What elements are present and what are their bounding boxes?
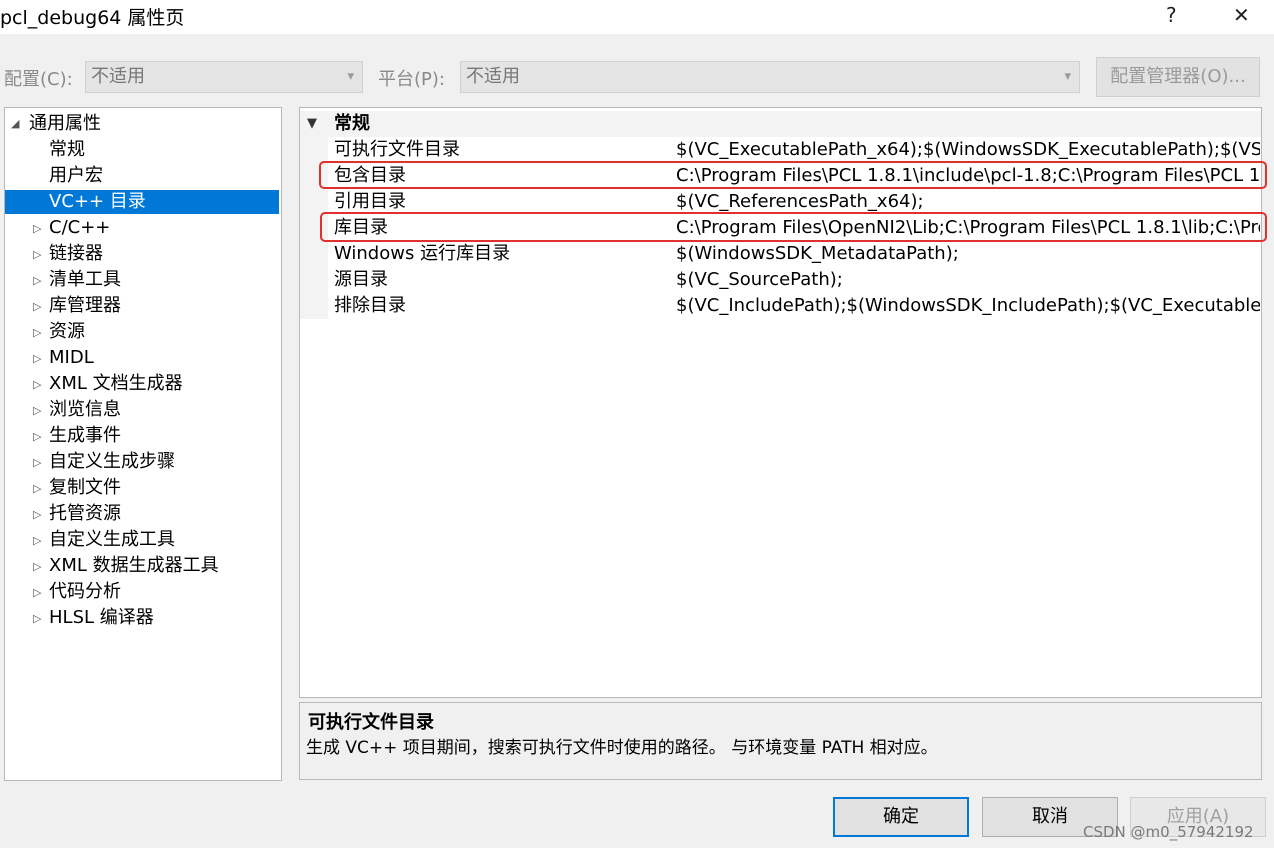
config-label: 配置(C):	[4, 69, 73, 90]
tree-item-label: 复制文件	[49, 477, 121, 498]
tree-item-build-events[interactable]: ▷ 生成事件	[5, 424, 279, 448]
tree-item-code-analysis[interactable]: ▷ 代码分析	[5, 580, 279, 604]
collapsed-triangle-icon[interactable]: ▷	[33, 503, 41, 527]
collapsed-triangle-icon[interactable]: ▷	[33, 373, 41, 397]
tree-item-label: HLSL 编译器	[49, 607, 154, 628]
collapsed-triangle-icon[interactable]: ▷	[33, 607, 41, 631]
tree-item-custom-build-tool[interactable]: ▷ 自定义生成工具	[5, 528, 279, 552]
tree-item-label: 库管理器	[49, 295, 121, 316]
collapsed-triangle-icon[interactable]: ▷	[33, 243, 41, 267]
tree-item-xml-doc-generator[interactable]: ▷ XML 文档生成器	[5, 372, 279, 396]
tree-item-label: 浏览信息	[49, 399, 121, 420]
tree-item-label: 代码分析	[49, 581, 121, 602]
tree-item-label: 清单工具	[49, 269, 121, 290]
title-bar: pcl_debug64 属性页 ? ✕	[0, 0, 1274, 34]
expanded-triangle-icon[interactable]: ◢	[11, 112, 19, 136]
tree-item-midl[interactable]: ▷ MIDL	[5, 346, 279, 370]
section-title: 常规	[334, 113, 370, 134]
tree-item-label: XML 文档生成器	[49, 373, 183, 394]
tree-item-xml-data-generator[interactable]: ▷ XML 数据生成器工具	[5, 554, 279, 578]
tree-item-vc-directories[interactable]: VC++ 目录	[5, 190, 279, 214]
chevron-down-icon: ▾	[1064, 69, 1071, 84]
property-row-exclude-dirs[interactable]: 排除目录 $(VC_IncludePath);$(WindowsSDK_Incl…	[300, 293, 1261, 319]
tree-item-c-cpp[interactable]: ▷ C/C++	[5, 216, 279, 240]
tree-item-label: VC++ 目录	[49, 191, 146, 212]
collapsed-triangle-icon[interactable]: ▷	[33, 425, 41, 449]
property-row-winrt-dirs[interactable]: Windows 运行库目录 $(WindowsSDK_MetadataPath)…	[300, 241, 1261, 267]
collapsed-triangle-icon[interactable]: ▷	[33, 269, 41, 293]
section-header[interactable]: ▼ 常规	[300, 111, 1261, 137]
tree-item-managed-resources[interactable]: ▷ 托管资源	[5, 502, 279, 526]
ok-button[interactable]: 确定	[833, 797, 969, 837]
platform-label: 平台(P):	[378, 69, 445, 90]
tree-item-label: 托管资源	[49, 503, 121, 524]
tree-item-label: 自定义生成步骤	[49, 451, 175, 472]
property-row-executable-dirs[interactable]: 可执行文件目录 $(VC_ExecutablePath_x64);$(Windo…	[300, 137, 1261, 163]
collapsed-triangle-icon[interactable]: ▷	[33, 529, 41, 553]
tree-item-label: 生成事件	[49, 425, 121, 446]
config-combo[interactable]: 不适用 ▾	[85, 61, 363, 93]
tree-item-label: XML 数据生成器工具	[49, 555, 219, 576]
tree-item-librarian[interactable]: ▷ 库管理器	[5, 294, 279, 318]
collapsed-triangle-icon[interactable]: ▷	[33, 295, 41, 319]
collapsed-triangle-icon[interactable]: ▷	[33, 399, 41, 423]
config-combo-value: 不适用	[91, 66, 145, 87]
chevron-down-icon: ▾	[347, 69, 354, 84]
collapsed-triangle-icon[interactable]: ▷	[33, 581, 41, 605]
tree-item-resources[interactable]: ▷ 资源	[5, 320, 279, 344]
collapsed-triangle-icon[interactable]: ▷	[33, 477, 41, 501]
property-grid[interactable]: ▼ 常规 可执行文件目录 $(VC_ExecutablePath_x64);$(…	[299, 107, 1262, 698]
description-text: 生成 VC++ 项目期间，搜索可执行文件时使用的路径。 与环境变量 PATH 相…	[306, 738, 938, 758]
tree-item-manifest-tool[interactable]: ▷ 清单工具	[5, 268, 279, 292]
property-name: 排除目录	[334, 295, 406, 316]
tree-item-copy-files[interactable]: ▷ 复制文件	[5, 476, 279, 500]
tree-item-label: 常规	[49, 139, 85, 160]
property-name: 可执行文件目录	[334, 139, 460, 160]
csdn-watermark: CSDN @m0_57942192	[1083, 823, 1254, 841]
description-panel: 可执行文件目录 生成 VC++ 项目期间，搜索可执行文件时使用的路径。 与环境变…	[299, 702, 1262, 780]
collapsed-triangle-icon[interactable]: ▷	[33, 347, 41, 371]
collapsed-triangle-icon[interactable]: ▷	[33, 555, 41, 579]
highlight-box-include-dirs	[319, 161, 1267, 189]
tree-root-common-properties[interactable]: ◢ 通用属性	[5, 112, 279, 136]
tree-item-general[interactable]: 常规	[5, 138, 279, 162]
collapsed-triangle-icon[interactable]: ▷	[33, 321, 41, 345]
config-manager-button[interactable]: 配置管理器(O)...	[1096, 57, 1260, 97]
tree-item-linker[interactable]: ▷ 链接器	[5, 242, 279, 266]
collapsed-triangle-icon[interactable]: ▷	[33, 451, 41, 475]
window-title: pcl_debug64 属性页	[0, 7, 185, 29]
property-tree[interactable]: ◢ 通用属性 常规 用户宏 VC++ 目录 ▷ C/C++ ▷ 链接器 ▷ 清单…	[4, 107, 282, 781]
collapsed-triangle-icon[interactable]: ▷	[33, 217, 41, 241]
tree-item-label: MIDL	[49, 347, 94, 368]
close-icon[interactable]: ✕	[1233, 3, 1250, 27]
property-value[interactable]: $(WindowsSDK_MetadataPath);	[676, 241, 1260, 267]
highlight-box-library-dirs	[320, 212, 1267, 242]
platform-combo-value: 不适用	[466, 66, 520, 87]
platform-combo[interactable]: 不适用 ▾	[460, 61, 1080, 93]
tree-item-label: 链接器	[49, 243, 103, 264]
tree-item-custom-build-step[interactable]: ▷ 自定义生成步骤	[5, 450, 279, 474]
tree-root-label: 通用属性	[29, 113, 101, 134]
help-icon[interactable]: ?	[1166, 3, 1177, 27]
description-title: 可执行文件目录	[308, 712, 434, 733]
tree-item-label: C/C++	[49, 217, 111, 238]
property-row-source-dirs[interactable]: 源目录 $(VC_SourcePath);	[300, 267, 1261, 293]
tree-item-label: 自定义生成工具	[49, 529, 175, 550]
property-value[interactable]: $(VC_IncludePath);$(WindowsSDK_IncludePa…	[676, 293, 1260, 319]
property-value[interactable]: $(VC_SourcePath);	[676, 267, 1260, 293]
tree-item-label: 用户宏	[49, 165, 103, 186]
tree-item-browse-info[interactable]: ▷ 浏览信息	[5, 398, 279, 422]
tree-item-hlsl-compiler[interactable]: ▷ HLSL 编译器	[5, 606, 279, 630]
property-name: 源目录	[334, 269, 388, 290]
property-value[interactable]: $(VC_ExecutablePath_x64);$(WindowsSDK_Ex…	[676, 137, 1260, 163]
tree-item-user-macros[interactable]: 用户宏	[5, 164, 279, 188]
tree-item-label: 资源	[49, 321, 85, 342]
collapse-chevron-icon[interactable]: ▼	[307, 111, 317, 137]
property-name: Windows 运行库目录	[334, 243, 511, 264]
